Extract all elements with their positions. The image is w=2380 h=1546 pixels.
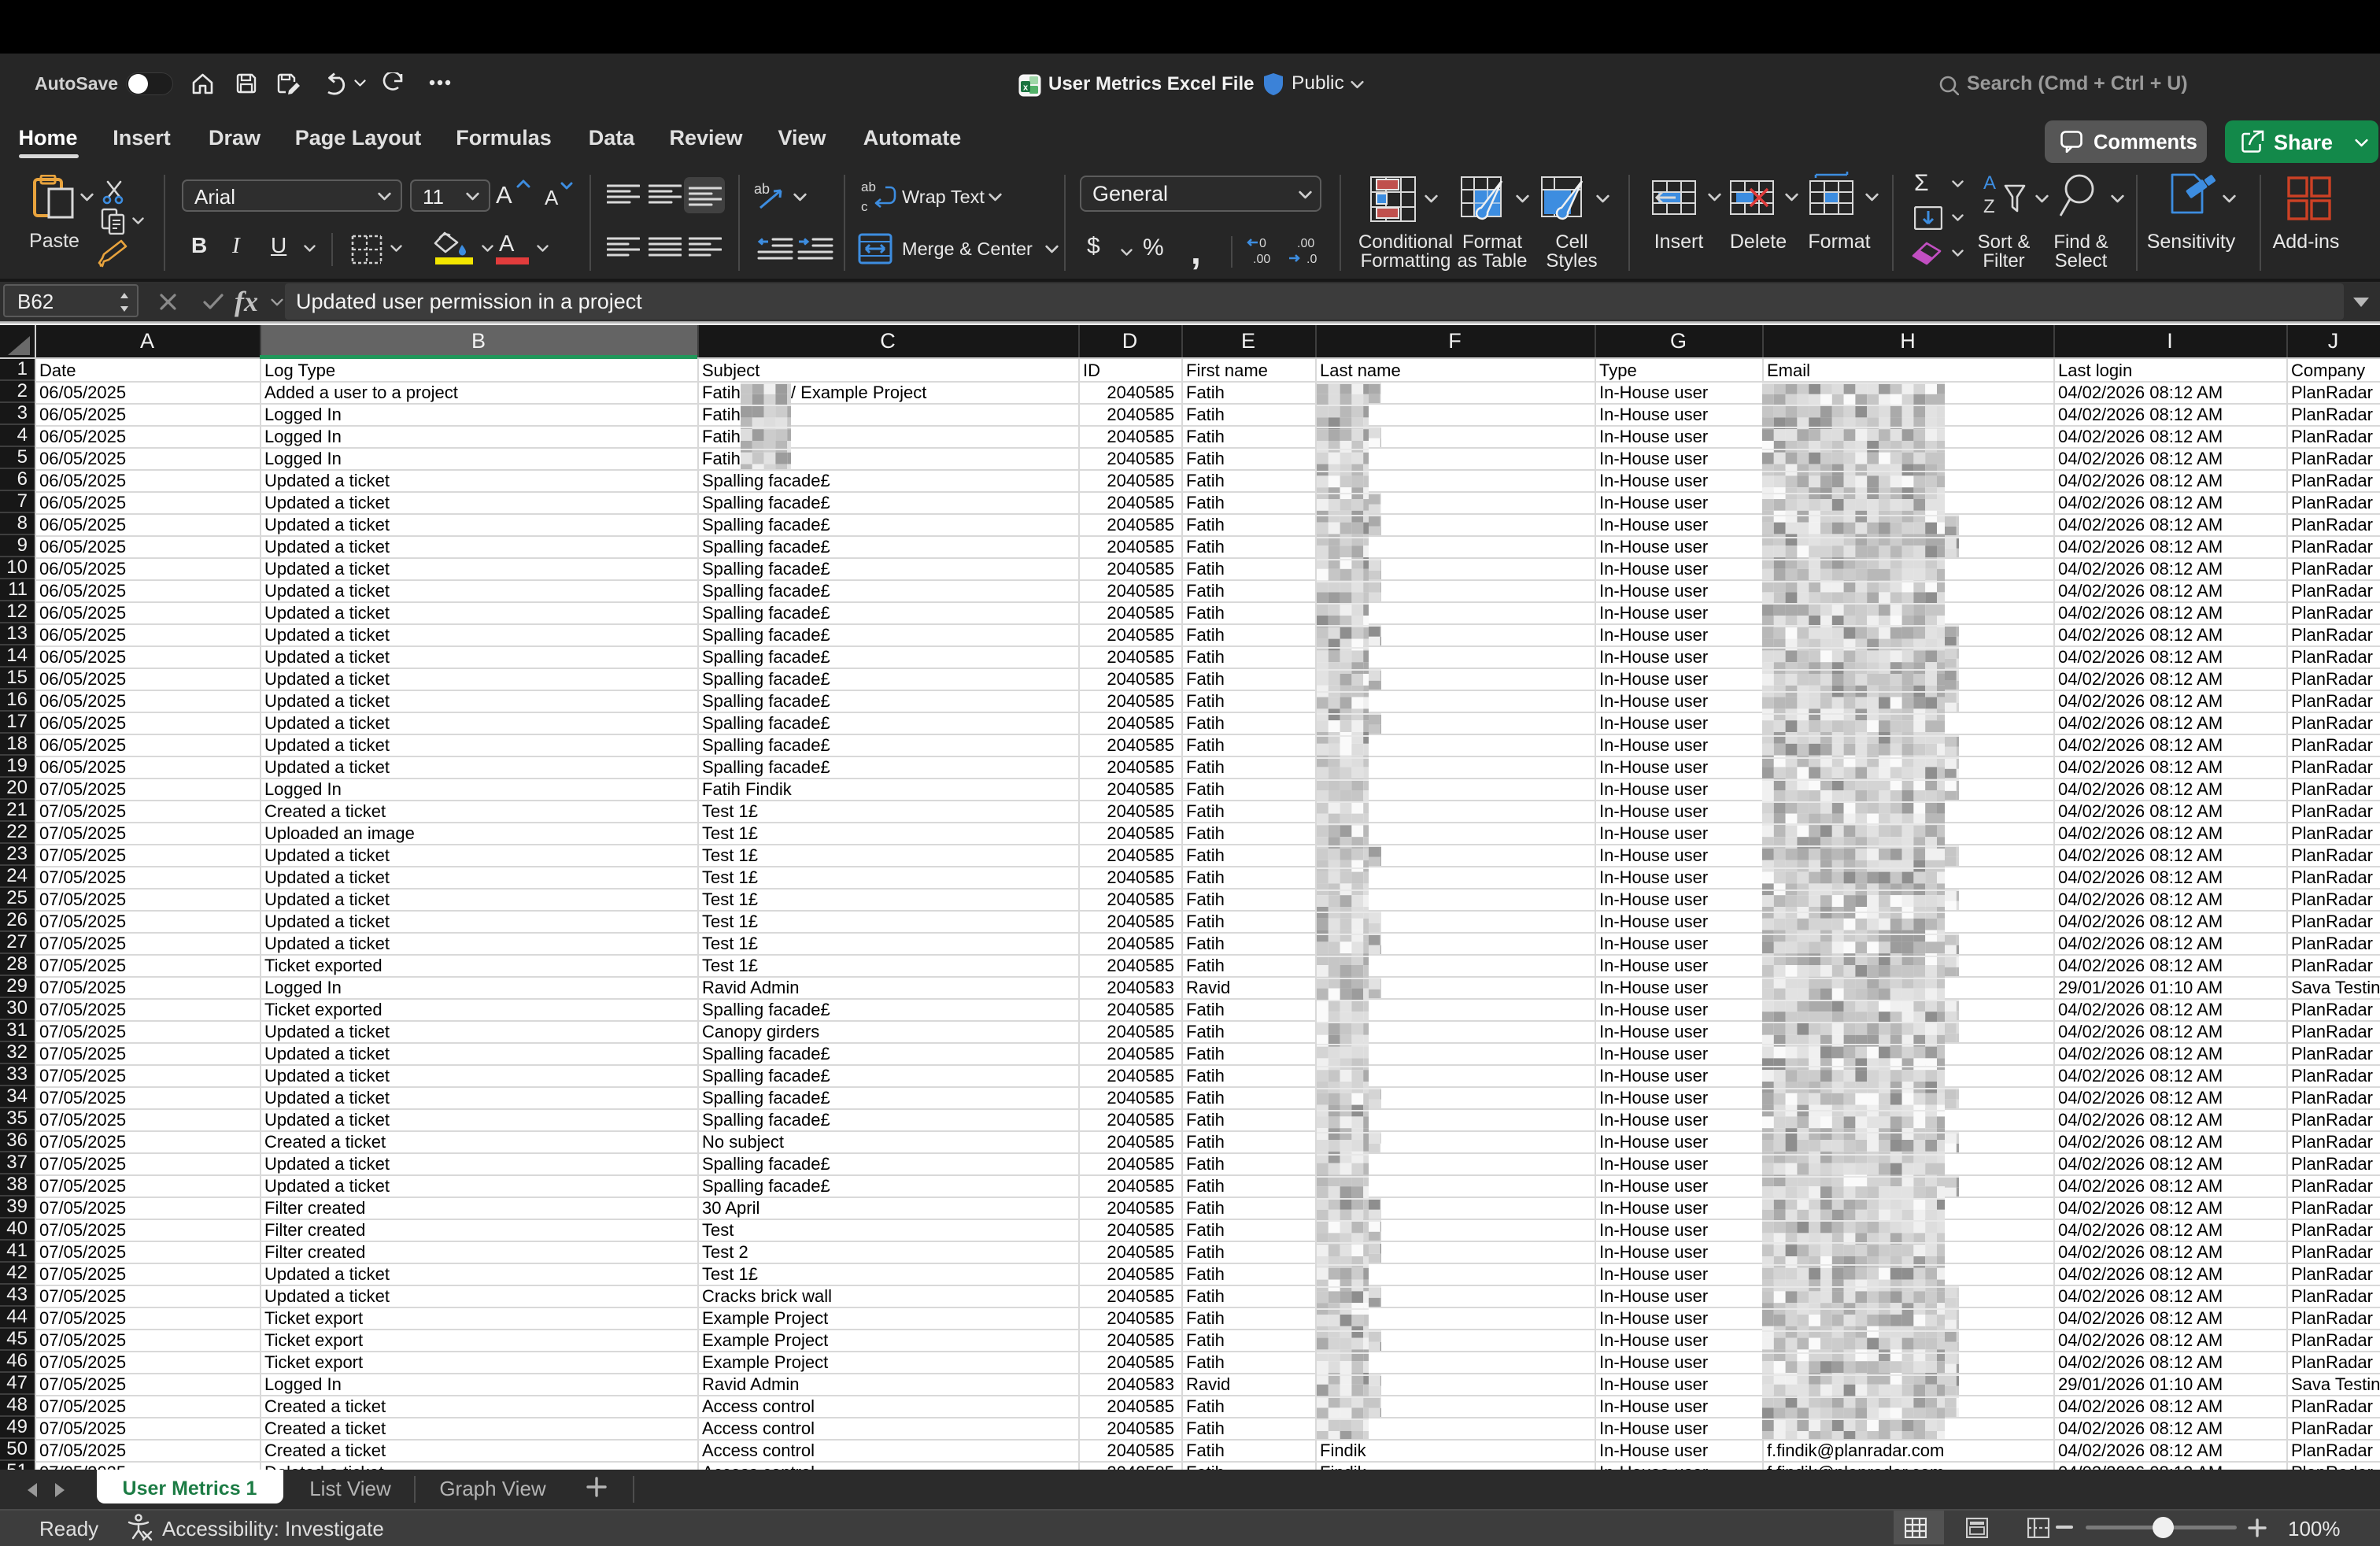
svg-text:ab: ab xyxy=(861,179,876,194)
svg-text:0: 0 xyxy=(1259,237,1266,250)
svg-text:.00: .00 xyxy=(1297,237,1314,250)
svg-text:Z: Z xyxy=(1983,196,1995,217)
svg-text:A: A xyxy=(1983,172,1996,194)
svg-text:.00: .00 xyxy=(1253,253,1270,266)
svg-text:.0: .0 xyxy=(1306,253,1317,266)
svg-text:ab: ab xyxy=(754,181,770,197)
svg-text:x: x xyxy=(1023,83,1029,93)
svg-text:c: c xyxy=(861,199,868,213)
